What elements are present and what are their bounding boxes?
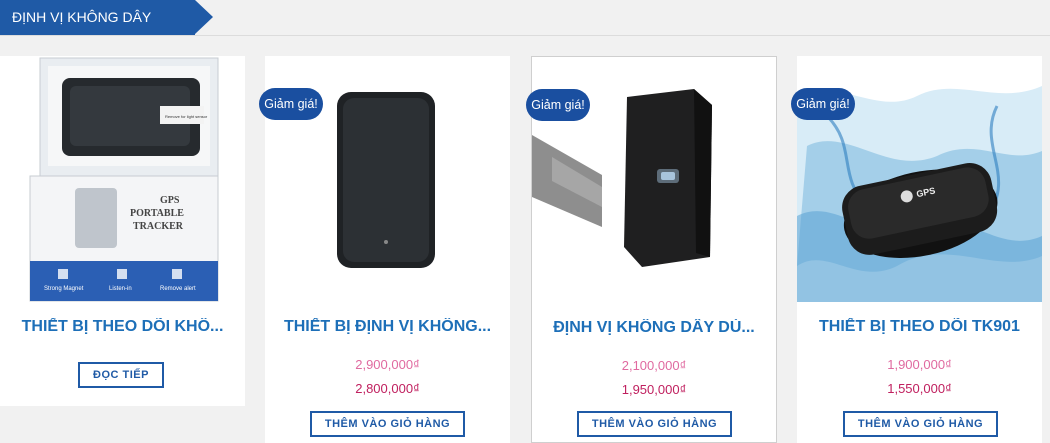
- product-card[interactable]: Giảm giá! THIẾT BỊ ĐỊNH VỊ KHÔNG... 2,90…: [259, 56, 510, 443]
- box-text: GPS: [160, 195, 180, 206]
- product-title[interactable]: THIẾT BỊ THEO DÕI KHÔ...: [0, 318, 245, 336]
- box-text: PORTABLE: [130, 208, 184, 219]
- add-to-cart-button[interactable]: THÊM VÀO GIỎ HÀNG: [310, 411, 465, 437]
- product-card[interactable]: GPS Giảm giá! THIẾT BỊ THEO DÕI TK901 1,…: [791, 56, 1042, 443]
- box-icon-label: Listen-in: [109, 286, 132, 292]
- product-title[interactable]: THIẾT BỊ THEO DÕI TK901: [797, 318, 1042, 336]
- section-title: ĐỊNH VỊ KHÔNG DÂY: [0, 0, 213, 35]
- original-price: 1,900,000₫: [887, 357, 952, 372]
- original-price: 2,900,000₫: [355, 357, 420, 372]
- product-title[interactable]: THIẾT BỊ ĐỊNH VỊ KHÔNG...: [265, 318, 510, 336]
- box-icon-label: Strong Magnet: [44, 286, 84, 292]
- sale-badge: Giảm giá!: [526, 89, 590, 121]
- device-label: Remove for light sensor: [165, 114, 208, 119]
- read-more-button[interactable]: ĐỌC TIẾP: [78, 362, 164, 388]
- add-to-cart-button[interactable]: THÊM VÀO GIỎ HÀNG: [577, 411, 732, 437]
- product-title[interactable]: ĐỊNH VỊ KHÔNG DÂY DÙ...: [532, 319, 776, 337]
- sale-badge: Giảm giá!: [791, 88, 855, 120]
- sale-badge: Giảm giá!: [259, 88, 323, 120]
- section-header: ĐỊNH VỊ KHÔNG DÂY: [0, 0, 1050, 36]
- sale-price: 2,800,000₫: [355, 381, 420, 396]
- box-icon-label: Remove alert: [160, 286, 196, 292]
- original-price: 2,100,000₫: [621, 358, 687, 373]
- sale-price: 1,950,000₫: [621, 382, 687, 397]
- add-to-cart-button[interactable]: THÊM VÀO GIỎ HÀNG: [843, 411, 998, 437]
- product-image[interactable]: GPS PORTABLE TRACKER Remove for light se…: [0, 56, 245, 302]
- product-card[interactable]: Giảm giá! ĐỊNH VỊ KHÔNG DÂY DÙ... 2,100,…: [526, 56, 777, 443]
- sale-price: 1,550,000₫: [887, 381, 952, 396]
- box-text: TRACKER: [133, 221, 184, 232]
- product-card[interactable]: GPS PORTABLE TRACKER Remove for light se…: [0, 56, 245, 406]
